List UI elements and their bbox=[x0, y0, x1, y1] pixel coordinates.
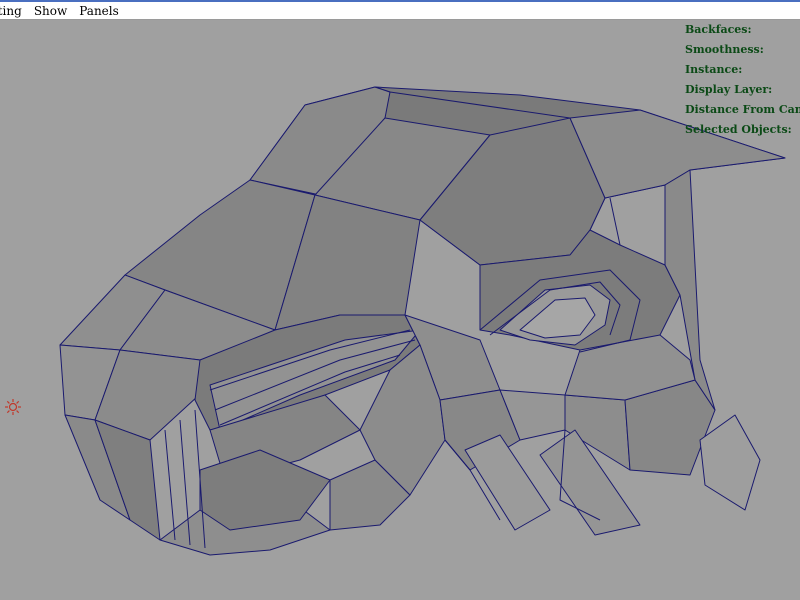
mesh-edge bbox=[164, 429, 176, 541]
hud-selected-objects: Selected Objects: bbox=[685, 123, 792, 136]
menu-panels[interactable]: Panels bbox=[79, 2, 119, 20]
hud-display-layer: Display Layer: bbox=[685, 83, 773, 96]
menu-lighting[interactable]: hting bbox=[0, 2, 22, 20]
directional-light-icon[interactable] bbox=[4, 398, 22, 416]
3d-viewport[interactable] bbox=[0, 20, 800, 600]
hud-smoothness: Smoothness: bbox=[685, 43, 764, 56]
hud-distance-from-camera: Distance From Camera: bbox=[685, 103, 800, 116]
hud-instance: Instance: bbox=[685, 63, 743, 76]
heads-up-display: Backfaces: Smoothness: Instance: Display… bbox=[685, 22, 800, 142]
hud-backfaces: Backfaces: bbox=[685, 23, 752, 36]
menu-show[interactable]: Show bbox=[34, 2, 67, 20]
polygon-mesh bbox=[59, 86, 786, 556]
mesh-edge bbox=[609, 197, 621, 246]
mesh-face bbox=[699, 414, 761, 511]
panel-menubar: hting Show Panels bbox=[0, 0, 800, 20]
